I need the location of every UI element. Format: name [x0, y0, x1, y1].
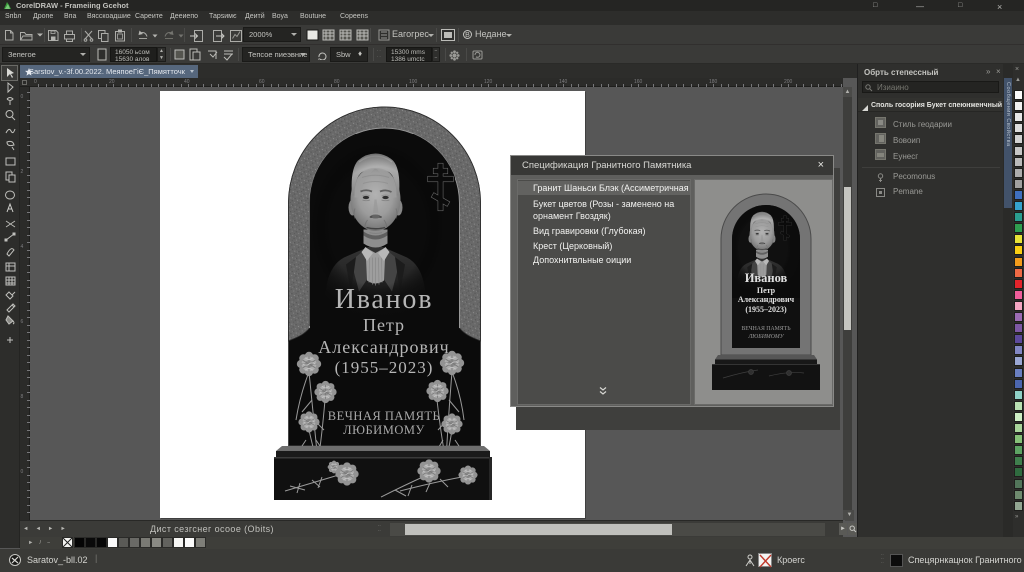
- svg-text:Иванов: Иванов: [335, 284, 434, 315]
- svg-text:(1955–2023): (1955–2023): [335, 358, 434, 377]
- svg-text:Александрович: Александрович: [738, 295, 795, 304]
- svg-text:Петр: Петр: [757, 286, 776, 295]
- svg-text:ЛЮБИМОМУ: ЛЮБИМОМУ: [747, 334, 784, 340]
- svg-text:Александрович: Александрович: [318, 337, 449, 357]
- svg-text:Петр: Петр: [363, 315, 405, 335]
- svg-text:ВЕЧНАЯ ПАМЯТЬ: ВЕЧНАЯ ПАМЯТЬ: [328, 409, 440, 423]
- svg-text:(1955–2023): (1955–2023): [745, 305, 787, 314]
- svg-text:ЛЮБИМОМУ: ЛЮБИМОМУ: [343, 423, 425, 437]
- svg-text:Иванов: Иванов: [745, 271, 788, 285]
- svg-text:ВЕЧНАЯ ПАМЯТЬ: ВЕЧНАЯ ПАМЯТЬ: [741, 326, 791, 332]
